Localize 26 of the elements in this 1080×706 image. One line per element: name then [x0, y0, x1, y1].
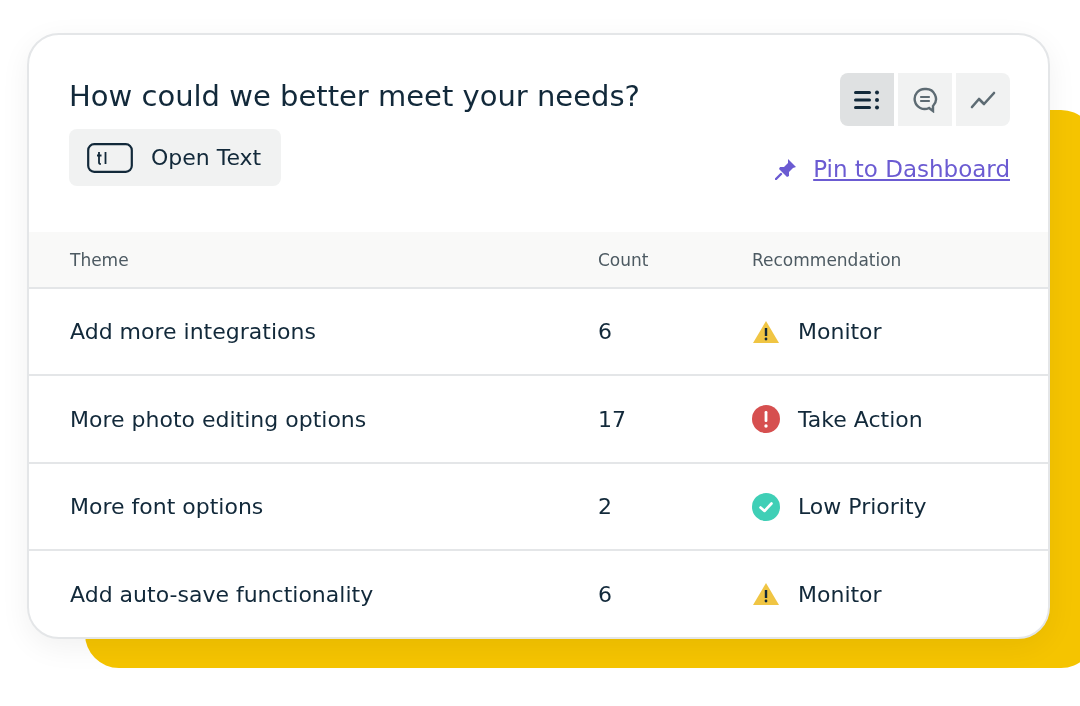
recommendation-text: Low Priority [798, 494, 927, 520]
recommendation-text: Monitor [798, 581, 882, 607]
theme-cell-text: Add auto-save functionality [70, 581, 375, 607]
column-header: Theme [70, 249, 130, 270]
speech-bubble-icon [912, 86, 938, 113]
view-toggle[interactable] [840, 73, 894, 126]
line-chart-icon [970, 90, 996, 109]
view-toggle[interactable] [956, 73, 1010, 126]
list-icon [854, 89, 880, 110]
count-cell-text: 17 [598, 406, 627, 432]
column-header: Count [598, 249, 650, 270]
question-title: How could we better meet your needs? [69, 79, 640, 113]
theme-cell-text: More photo editing options [70, 406, 368, 432]
theme-cell-text: Add more integrations [70, 319, 317, 345]
pin-to-dashboard-link[interactable]: Pin to Dashboard [813, 156, 1010, 182]
count-cell-text: 6 [598, 581, 613, 607]
recommendation-text: Take Action [798, 406, 923, 432]
column-header: Recommendation [752, 249, 903, 270]
view-toggle[interactable] [898, 73, 952, 126]
theme-cell-text: More font options [70, 494, 265, 520]
text-field-icon [87, 142, 133, 173]
recommendation-text: Monitor [798, 319, 882, 345]
count-cell-text: 2 [598, 494, 613, 520]
count-cell-text: 6 [598, 319, 613, 345]
question-type-label: Open Text [151, 145, 262, 170]
pin-icon [775, 158, 798, 180]
